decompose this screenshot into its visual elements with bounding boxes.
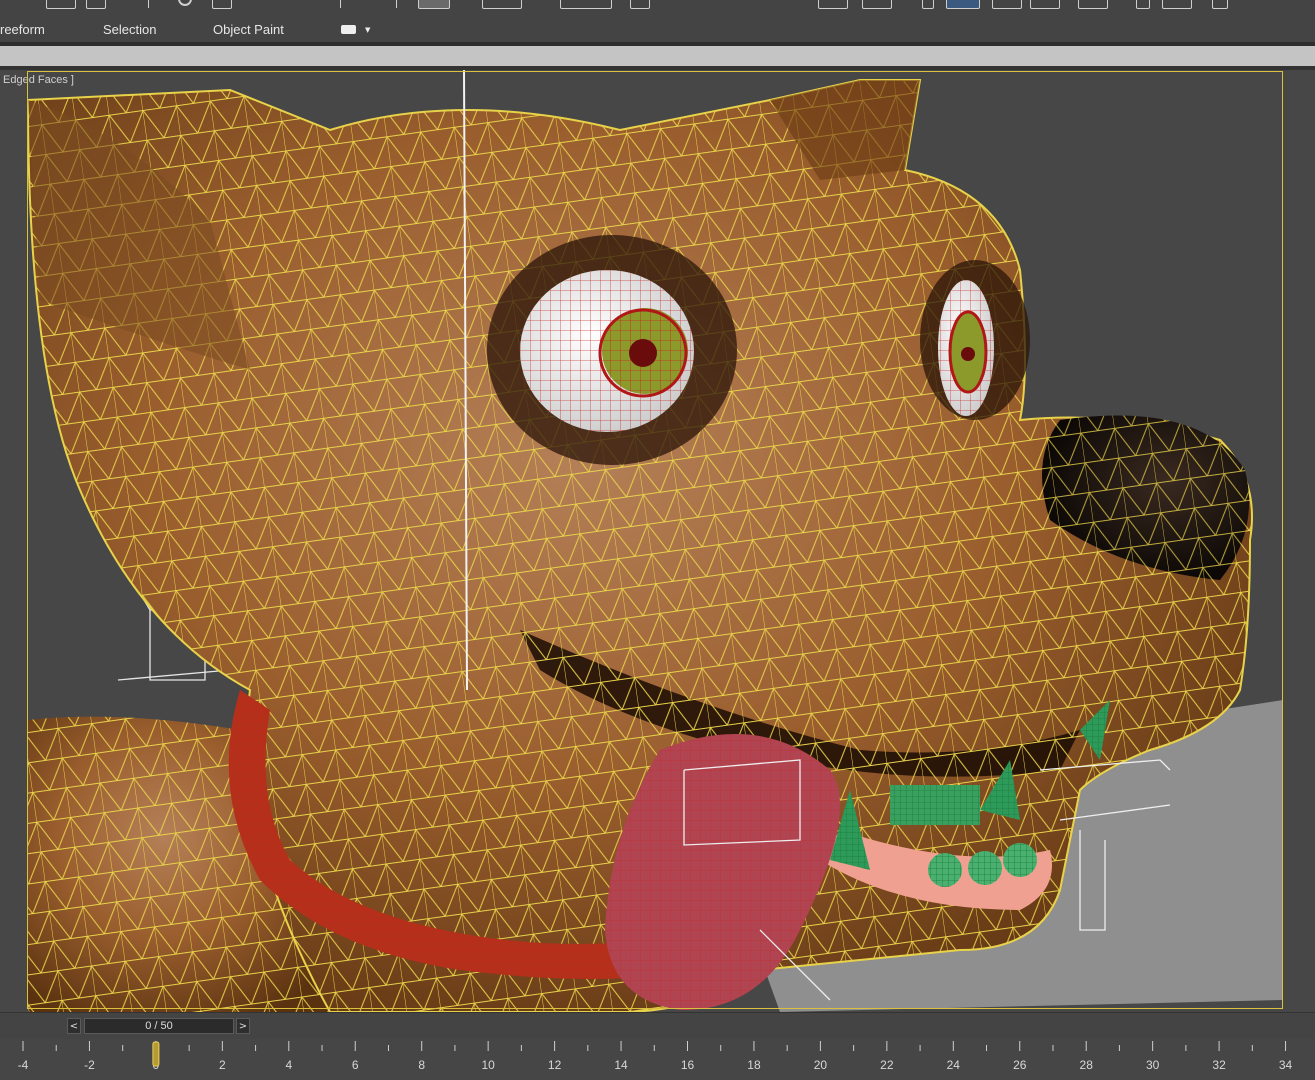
- ruler-label: 12: [548, 1058, 562, 1072]
- render-cloud-icon[interactable]: [1212, 0, 1228, 9]
- eye-right: [938, 280, 994, 416]
- ruler-label: 14: [614, 1058, 628, 1072]
- perspective-viewport[interactable]: Edged Faces ]: [0, 70, 1315, 1012]
- snap-icon[interactable]: [340, 0, 341, 8]
- ruler-label: 32: [1212, 1058, 1226, 1072]
- eye-left: [520, 270, 694, 432]
- scale-icon[interactable]: [212, 0, 232, 9]
- tab-object-paint[interactable]: Object Paint: [213, 22, 284, 37]
- ribbon-bar: reeform Selection Object Paint ▼: [0, 18, 1315, 42]
- ruler-label: 28: [1080, 1058, 1094, 1072]
- ruler-label: 2: [219, 1058, 226, 1072]
- ruler-label: -4: [18, 1058, 29, 1072]
- time-slider[interactable]: 0 / 50: [84, 1018, 234, 1034]
- ribbon-toggle-icon: [341, 25, 356, 34]
- material-editor-icon[interactable]: [946, 0, 980, 9]
- layer-manager-icon[interactable]: [818, 0, 848, 9]
- render-iterative-icon[interactable]: [1136, 0, 1150, 9]
- angle-snap-icon[interactable]: [396, 0, 397, 8]
- current-frame-marker[interactable]: [152, 1041, 160, 1067]
- next-frame-button[interactable]: >: [236, 1018, 250, 1034]
- ribbon-options-dropdown[interactable]: ▼: [341, 25, 377, 37]
- schematic-icon[interactable]: [922, 0, 934, 9]
- track-bar-background: [0, 1039, 1315, 1080]
- tab-freeform[interactable]: reeform: [0, 22, 45, 37]
- viewport-label[interactable]: Edged Faces ]: [3, 74, 74, 86]
- ruler-label: 34: [1279, 1058, 1293, 1072]
- ruler-label: 16: [681, 1058, 695, 1072]
- align-icon[interactable]: [560, 0, 612, 9]
- ruler-label: 6: [352, 1058, 359, 1072]
- ribbon-panel-strip: [0, 46, 1315, 66]
- ruler-label: -2: [84, 1058, 95, 1072]
- select-region-icon[interactable]: [46, 0, 76, 9]
- ruler-label: 4: [285, 1058, 292, 1072]
- ruler-label: 18: [747, 1058, 761, 1072]
- rotate-icon[interactable]: [178, 0, 192, 6]
- move-icon[interactable]: [148, 0, 149, 8]
- window-crossing-icon[interactable]: [86, 0, 106, 9]
- main-toolbar: [0, 0, 1315, 18]
- time-slider-area: < 0 / 50 > -4-20246810121416182022242628…: [0, 1012, 1315, 1080]
- render-setup-icon[interactable]: [992, 0, 1022, 9]
- ruler-label: 22: [880, 1058, 894, 1072]
- dog-head-render: [26, 70, 1283, 1012]
- ruler-label: 26: [1013, 1058, 1027, 1072]
- spelling-icon[interactable]: [630, 0, 650, 9]
- track-bar[interactable]: -4-20246810121416182022242628303234: [0, 1039, 1315, 1080]
- ruler-label: 10: [481, 1058, 495, 1072]
- previous-frame-button[interactable]: <: [67, 1018, 81, 1034]
- tab-selection[interactable]: Selection: [103, 22, 156, 37]
- render-production-icon[interactable]: [1078, 0, 1108, 9]
- ruler-label: 30: [1146, 1058, 1160, 1072]
- rendered-frame-icon[interactable]: [1030, 0, 1060, 9]
- time-slider-bar: < 0 / 50 >: [0, 1012, 1315, 1040]
- ruler-label: 20: [814, 1058, 828, 1072]
- ruler-label: 24: [947, 1058, 961, 1072]
- named-selection-icon[interactable]: [418, 0, 450, 9]
- render-activeshade-icon[interactable]: [1162, 0, 1192, 9]
- chevron-down-icon: ▼: [365, 26, 371, 34]
- mirror-icon[interactable]: [482, 0, 522, 9]
- ruler-label: 8: [418, 1058, 425, 1072]
- curve-editor-icon[interactable]: [862, 0, 892, 9]
